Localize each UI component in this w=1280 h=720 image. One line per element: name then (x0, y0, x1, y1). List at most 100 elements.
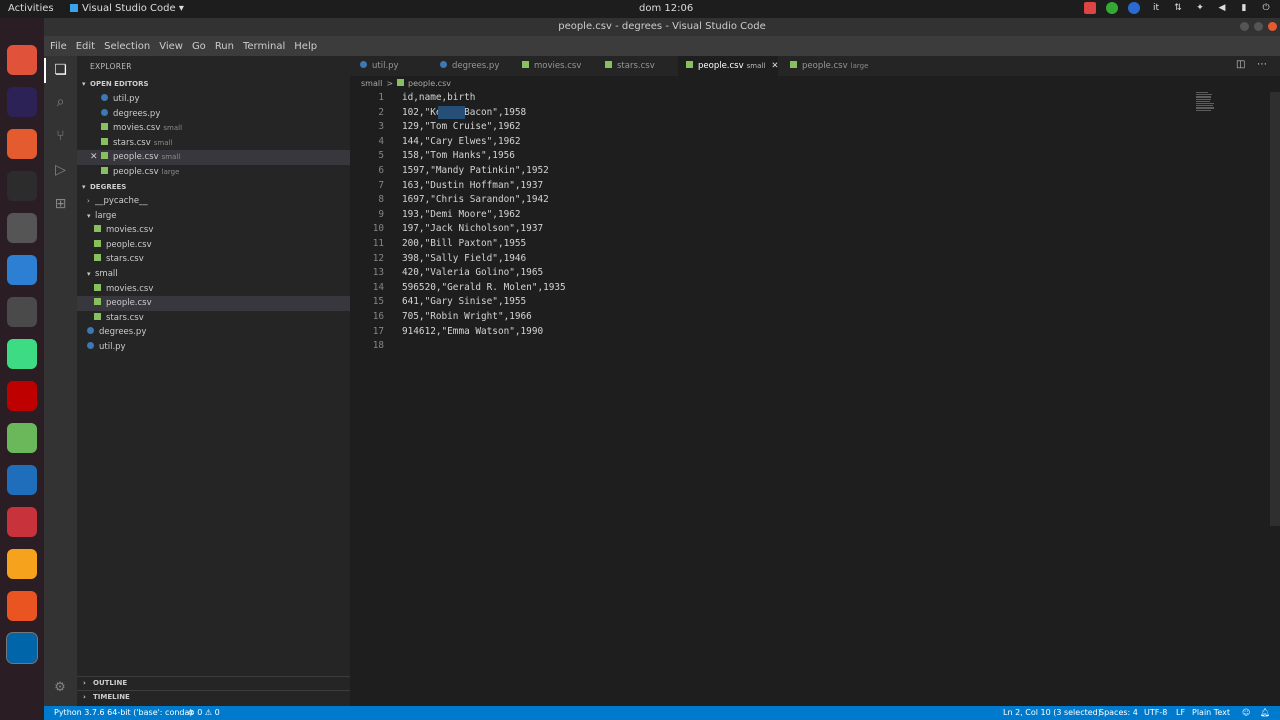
battery-icon[interactable]: ▮ (1238, 2, 1250, 14)
tree-file[interactable]: stars.csv (77, 311, 350, 326)
tree-file[interactable]: util.py (77, 340, 350, 355)
vscode-icon[interactable] (7, 465, 37, 495)
ubuntu-software-icon[interactable] (7, 45, 37, 75)
activities-button[interactable]: Activities (8, 3, 54, 14)
apps-grid-icon[interactable] (7, 678, 37, 708)
clock[interactable]: dom 12:06 (639, 3, 693, 14)
editor-tab[interactable]: degrees.py (440, 56, 518, 76)
scratch-icon[interactable] (7, 549, 37, 579)
network-icon[interactable]: ⇅ (1172, 2, 1184, 14)
problems-indicator[interactable]: ⊗ 0 ⚠ 0 (188, 706, 220, 720)
app-menu[interactable]: Visual Studio Code ▾ (70, 3, 184, 14)
feedback-icon[interactable]: ☺ (1242, 706, 1250, 720)
thunderbird-icon[interactable] (7, 255, 37, 285)
nqq-icon[interactable] (7, 423, 37, 453)
indentation[interactable]: Spaces: 4 (1099, 706, 1138, 720)
eclipse-icon[interactable] (7, 87, 37, 117)
language-indicator[interactable]: it (1150, 2, 1162, 14)
menu-view[interactable]: View (159, 41, 183, 52)
code-line[interactable]: 10 197,"Jack Nicholson",1937 (350, 222, 1190, 237)
ubuntu-icon[interactable] (7, 591, 37, 621)
menu-file[interactable]: File (50, 41, 67, 52)
editor-tab[interactable]: movies.csv (522, 56, 600, 76)
code-line[interactable]: 13 420,"Valeria Golino",1965 (350, 266, 1190, 281)
menu-go[interactable]: Go (192, 41, 206, 52)
run-debug-icon[interactable]: ▷ (52, 162, 69, 179)
terminal-icon[interactable] (7, 171, 37, 201)
outline-section[interactable]: › OUTLINE (77, 676, 350, 690)
editor-scrollbar[interactable] (1270, 92, 1280, 526)
code-line[interactable]: 5 158,"Tom Hanks",1956 (350, 149, 1190, 164)
texmaker-icon[interactable] (7, 297, 37, 327)
code-line[interactable]: 3 129,"Tom Cruise",1962 (350, 120, 1190, 135)
language-mode[interactable]: Plain Text (1192, 706, 1230, 720)
maximize-button[interactable] (1254, 22, 1263, 31)
text-editor-icon[interactable] (7, 129, 37, 159)
code-line[interactable]: 15 641,"Gary Sinise",1955 (350, 295, 1190, 310)
code-editor[interactable]: 1 id,name,birth 2 102,"Kevin Bacon",1958 3 12… (350, 91, 1280, 706)
end-of-line[interactable]: LF (1176, 706, 1185, 720)
power-icon[interactable]: ⏻ (1260, 2, 1272, 14)
explorer-icon[interactable]: ❏ (52, 62, 69, 79)
notifications-icon[interactable]: 🔔︎ (1260, 706, 1270, 720)
tree-folder[interactable]: › __pycache__ (77, 194, 350, 209)
tree-folder[interactable]: ▾ small (77, 267, 350, 282)
code-line[interactable]: 4 144,"Cary Elwes",1962 (350, 135, 1190, 150)
hp-icon[interactable] (1128, 2, 1140, 14)
open-editor-item[interactable]: people.csv large (77, 165, 350, 180)
settings-icon[interactable]: ✦ (1194, 2, 1206, 14)
menu-selection[interactable]: Selection (104, 41, 150, 52)
tree-file[interactable]: people.csv (77, 296, 350, 311)
chrome-icon[interactable] (1106, 2, 1118, 14)
code-line[interactable]: 6 1597,"Mandy Patinkin",1952 (350, 164, 1190, 179)
more-actions-icon[interactable]: ⋯ (1257, 59, 1267, 70)
menu-edit[interactable]: Edit (76, 41, 95, 52)
minimap[interactable] (1196, 92, 1214, 114)
breadcrumb-file[interactable]: people.csv (408, 79, 451, 88)
cursor-position[interactable]: Ln 2, Col 10 (3 selected) (1003, 706, 1101, 720)
volume-icon[interactable]: ◀ (1216, 2, 1228, 14)
folder-header[interactable]: ▾ DEGREES (77, 180, 350, 194)
code-line[interactable]: 1 id,name,birth (350, 91, 1190, 106)
tools-icon[interactable] (7, 213, 37, 243)
search-icon[interactable]: ⌕ (52, 94, 69, 111)
manage-gear-icon[interactable]: ⚙ (52, 680, 68, 696)
code-line[interactable]: 9 193,"Demi Moore",1962 (350, 208, 1190, 223)
close-window-button[interactable] (1268, 22, 1277, 31)
menu-terminal[interactable]: Terminal (243, 41, 285, 52)
extensions-icon[interactable]: ⊞ (52, 196, 69, 213)
editor-tab[interactable]: util.py (360, 56, 436, 76)
tree-file[interactable]: movies.csv (77, 223, 350, 238)
tree-file[interactable]: degrees.py (77, 325, 350, 340)
editor-tab[interactable]: people.csv small ✕ (678, 56, 778, 76)
open-editor-item[interactable]: ✕ people.csv small (77, 150, 350, 165)
android-studio-icon[interactable] (7, 339, 37, 369)
open-editor-item[interactable]: util.py (77, 92, 350, 107)
minimize-button[interactable] (1240, 22, 1249, 31)
editor-tab[interactable]: people.csv large (790, 56, 880, 76)
code-line[interactable]: 2 102,"Kevin Bacon",1958 (350, 106, 1190, 121)
filezilla-icon[interactable] (7, 381, 37, 411)
python-interpreter[interactable]: Python 3.7.6 64-bit ('base': conda) (54, 706, 193, 720)
source-control-icon[interactable]: ⑂ (52, 128, 69, 145)
close-icon[interactable]: ✕ (90, 150, 98, 165)
vscode-active-icon[interactable] (6, 632, 38, 664)
code-line[interactable]: 11 200,"Bill Paxton",1955 (350, 237, 1190, 252)
close-tab-icon[interactable]: ✕ (771, 61, 778, 71)
code-line[interactable]: 17 914612,"Emma Watson",1990 (350, 325, 1190, 340)
breadcrumb-folder[interactable]: small (361, 79, 382, 88)
editor-tab[interactable]: stars.csv (605, 56, 683, 76)
code-line[interactable]: 12 398,"Sally Field",1946 (350, 252, 1190, 267)
code-line[interactable]: 7 163,"Dustin Hoffman",1937 (350, 179, 1190, 194)
encoding[interactable]: UTF-8 (1144, 706, 1167, 720)
split-editor-icon[interactable]: ◫ (1236, 59, 1245, 70)
camera-icon[interactable] (1084, 2, 1096, 14)
menu-run[interactable]: Run (215, 41, 234, 52)
code-line[interactable]: 14 596520,"Gerald R. Molen",1935 (350, 281, 1190, 296)
menu-help[interactable]: Help (294, 41, 317, 52)
open-editor-item[interactable]: movies.csv small (77, 121, 350, 136)
tree-file[interactable]: movies.csv (77, 282, 350, 297)
open-editor-item[interactable]: stars.csv small (77, 136, 350, 151)
open-editor-item[interactable]: degrees.py (77, 107, 350, 122)
code-line[interactable]: 18 (350, 339, 1190, 354)
